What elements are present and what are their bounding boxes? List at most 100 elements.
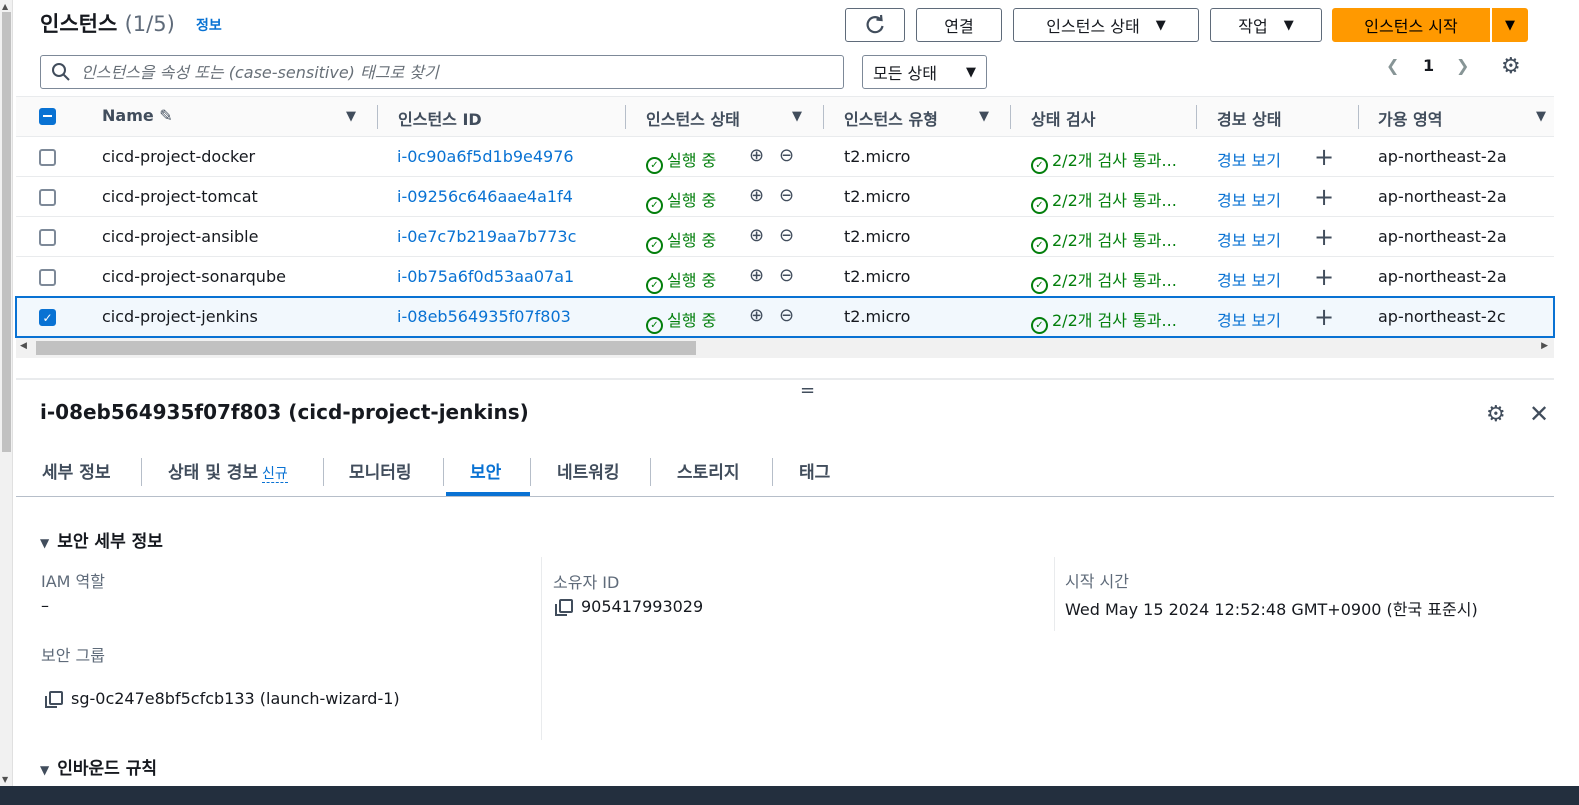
previous-page-icon[interactable]: ❮ <box>1386 56 1399 75</box>
tab-tags[interactable]: 태그 <box>799 458 830 483</box>
view-alarms-link[interactable]: 경보 보기 <box>1217 267 1281 291</box>
instance-state: ✓ 실행 중 <box>646 227 716 254</box>
column-divider[interactable] <box>1010 105 1011 129</box>
search-input[interactable] <box>81 62 821 82</box>
zoom-out-icon[interactable]: ⊖ <box>779 305 794 326</box>
view-alarms-link[interactable]: 경보 보기 <box>1217 147 1281 171</box>
actions-dropdown[interactable]: 작업 ▼ <box>1210 8 1322 42</box>
select-all-checkbox[interactable] <box>39 108 56 125</box>
column-divider[interactable] <box>1358 105 1359 129</box>
column-divider <box>541 557 542 740</box>
zoom-out-icon[interactable]: ⊖ <box>779 185 794 206</box>
security-details-header[interactable]: ▼ 보안 세부 정보 <box>40 527 163 552</box>
state-filter-select[interactable]: 모든 상태 ▼ <box>862 55 987 89</box>
refresh-icon <box>866 14 884 34</box>
column-header[interactable]: Name ✎ <box>102 106 173 125</box>
scroll-up-icon[interactable]: ▲ <box>2 2 8 11</box>
column-header[interactable]: 인스턴스 상태 <box>646 106 740 130</box>
add-alarm-icon[interactable]: + <box>1314 223 1334 251</box>
row-checkbox[interactable] <box>39 149 56 166</box>
column-header[interactable]: 인스턴스 ID <box>398 106 482 130</box>
zoom-in-icon[interactable]: ⊕ <box>749 265 764 286</box>
gear-icon[interactable]: ⚙ <box>1486 402 1506 427</box>
sort-icon[interactable]: ▼ <box>346 109 356 124</box>
add-alarm-icon[interactable]: + <box>1314 143 1334 171</box>
zoom-out-icon[interactable]: ⊖ <box>779 225 794 246</box>
row-checkbox[interactable]: ✓ <box>39 309 56 326</box>
page-scrollbar[interactable]: ▲ ▼ <box>0 0 13 786</box>
column-header[interactable]: 인스턴스 유형 <box>844 106 938 130</box>
instance-id-link[interactable]: i-0c90a6f5d1b9e4976 <box>397 147 574 166</box>
tab-security[interactable]: 보안 <box>470 458 501 483</box>
add-alarm-icon[interactable]: + <box>1314 263 1334 291</box>
table-row[interactable]: cicd-project-tomcat i-09256c646aae4a1f4 … <box>16 177 1554 217</box>
row-checkbox[interactable] <box>39 189 56 206</box>
scroll-down-icon[interactable]: ▼ <box>2 775 8 784</box>
caret-down-icon: ▼ <box>1155 17 1166 33</box>
instance-name: cicd-project-jenkins <box>102 307 258 326</box>
view-alarms-link[interactable]: 경보 보기 <box>1217 227 1281 251</box>
scrollbar-thumb[interactable] <box>36 341 696 355</box>
next-page-icon[interactable]: ❯ <box>1456 56 1469 75</box>
inbound-rules-header[interactable]: ▼ 인바운드 규칙 <box>40 754 157 779</box>
table-row[interactable]: cicd-project-sonarqube i-0b75a6f0d53aa07… <box>16 257 1554 297</box>
availability-zone: ap-northeast-2a <box>1378 227 1507 246</box>
drag-handle-icon[interactable]: = <box>800 380 815 401</box>
security-group-link[interactable]: sg-0c247e8bf5cfcb133 (launch-wizard-1) <box>45 689 400 708</box>
connect-button[interactable]: 연결 <box>916 8 1002 42</box>
tab-status-alarms[interactable]: 상태 및 경보 신규 <box>168 458 288 483</box>
panel-splitter[interactable] <box>16 378 1554 380</box>
row-checkbox[interactable] <box>39 229 56 246</box>
edit-icon[interactable]: ✎ <box>159 106 172 125</box>
row-checkbox[interactable] <box>39 269 56 286</box>
tab-details[interactable]: 세부 정보 <box>42 458 110 483</box>
column-header[interactable]: 상태 검사 <box>1031 106 1095 130</box>
view-alarms-link[interactable]: 경보 보기 <box>1217 187 1281 211</box>
gear-icon[interactable]: ⚙ <box>1501 54 1521 79</box>
scrollbar-thumb[interactable] <box>2 12 11 452</box>
table-horizontal-scrollbar[interactable]: ◀ ▶ <box>16 338 1554 358</box>
column-divider[interactable] <box>1196 105 1197 129</box>
column-divider[interactable] <box>625 105 626 129</box>
table-row[interactable]: cicd-project-docker i-0c90a6f5d1b9e4976 … <box>16 137 1554 177</box>
instance-id-link[interactable]: i-0e7c7b219aa7b773c <box>397 227 576 246</box>
view-alarms-link[interactable]: 경보 보기 <box>1217 307 1281 331</box>
instance-id-link[interactable]: i-09256c646aae4a1f4 <box>397 187 573 206</box>
add-alarm-icon[interactable]: + <box>1314 303 1334 331</box>
zoom-in-icon[interactable]: ⊕ <box>749 305 764 326</box>
instance-state-dropdown[interactable]: 인스턴스 상태 ▼ <box>1013 8 1199 42</box>
instance-id-link[interactable]: i-08eb564935f07f803 <box>397 307 571 326</box>
table-row[interactable]: cicd-project-ansible i-0e7c7b219aa7b773c… <box>16 217 1554 257</box>
zoom-in-icon[interactable]: ⊕ <box>749 185 764 206</box>
instance-state: ✓ 실행 중 <box>646 267 716 294</box>
column-divider[interactable] <box>377 105 378 129</box>
sort-icon[interactable]: ▼ <box>1536 109 1546 124</box>
zoom-in-icon[interactable]: ⊕ <box>749 225 764 246</box>
info-link[interactable]: 정보 <box>196 15 222 35</box>
launch-options-button[interactable]: ▼ <box>1492 8 1528 42</box>
table-row[interactable]: ✓ cicd-project-jenkins i-08eb564935f07f8… <box>15 296 1555 338</box>
column-header[interactable]: 경보 상태 <box>1217 106 1281 130</box>
column-header[interactable]: 가용 영역 <box>1378 106 1442 130</box>
tab-monitoring[interactable]: 모니터링 <box>349 458 412 483</box>
copy-icon[interactable] <box>45 691 63 708</box>
zoom-out-icon[interactable]: ⊖ <box>779 265 794 286</box>
zoom-out-icon[interactable]: ⊖ <box>779 145 794 166</box>
sort-icon[interactable]: ▼ <box>792 109 802 124</box>
tab-storage[interactable]: 스토리지 <box>677 458 740 483</box>
close-icon[interactable]: ✕ <box>1529 400 1549 428</box>
search-box[interactable] <box>40 55 844 89</box>
launch-instance-button[interactable]: 인스턴스 시작 <box>1332 8 1490 42</box>
sort-icon[interactable]: ▼ <box>979 109 989 124</box>
refresh-button[interactable] <box>845 8 905 42</box>
copy-icon[interactable] <box>555 599 573 616</box>
instance-id-link[interactable]: i-0b75a6f0d53aa07a1 <box>397 267 574 286</box>
current-page[interactable]: 1 <box>1423 56 1434 75</box>
add-alarm-icon[interactable]: + <box>1314 183 1334 211</box>
zoom-in-icon[interactable]: ⊕ <box>749 145 764 166</box>
tab-networking[interactable]: 네트워킹 <box>557 458 620 483</box>
column-divider[interactable] <box>823 105 824 129</box>
security-group-label: 보안 그룹 <box>41 646 105 665</box>
scroll-right-icon[interactable]: ▶ <box>1541 341 1548 351</box>
scroll-left-icon[interactable]: ◀ <box>20 341 27 351</box>
